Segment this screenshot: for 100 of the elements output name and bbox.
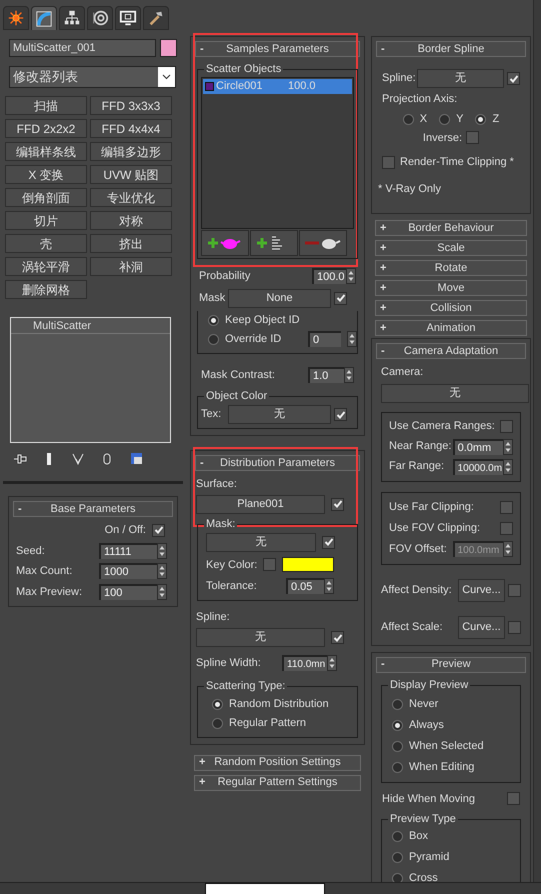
map-button[interactable]: 无 [196,628,325,647]
number-field[interactable]: 1.0 [308,366,344,383]
modifier-button[interactable]: FFD 4x4x4 [90,119,172,138]
rollout-header[interactable]: - Border Spline [376,41,526,57]
modifier-list-dropdown[interactable]: 修改器列表 [9,66,176,88]
number-field[interactable]: 100.0 [312,268,346,284]
radio-button[interactable] [392,740,403,752]
rollout-header[interactable]: + Border Behaviour [375,220,527,236]
spinner-arrows-icon[interactable] [347,331,357,347]
selection-field[interactable] [205,883,325,894]
rollout-header[interactable]: - Camera Adaptation [376,343,526,359]
command-tab[interactable] [115,6,141,30]
modifier-button[interactable]: 涡轮平滑 [5,257,87,276]
radio-button[interactable] [212,698,223,710]
object-button[interactable] [299,230,347,256]
spinner-arrows-icon[interactable] [344,366,354,383]
radio-button[interactable] [392,698,403,710]
scrollbar[interactable] [533,0,541,882]
modifier-button[interactable]: FFD 2x2x2 [5,119,87,138]
modifier-button[interactable]: 专业优化 [90,188,172,207]
command-tab[interactable] [59,6,85,30]
spinner-arrows-icon[interactable] [503,541,513,557]
number-field[interactable]: 0.0mm [452,438,503,454]
rollout-header[interactable]: - Distribution Parameters [195,455,360,471]
rollout-header[interactable]: + Animation [375,320,527,336]
command-tab[interactable] [31,6,57,30]
spinner-arrows-icon[interactable] [157,563,167,580]
spinner-arrows-icon[interactable] [503,458,513,474]
rollout-header[interactable]: + Scale [375,240,527,256]
object-button[interactable] [250,230,298,256]
checkbox[interactable] [322,536,335,548]
spinner-arrows-icon[interactable] [157,584,167,600]
number-field[interactable]: 11111 [99,542,157,559]
modifier-button[interactable]: 扫描 [5,96,87,115]
modifier-stack[interactable]: MultiScatter [10,317,171,443]
configure-icon[interactable] [129,451,144,467]
checkbox[interactable] [152,524,165,537]
command-tab[interactable] [3,6,29,30]
radio-button[interactable] [212,718,223,728]
curve-button[interactable]: Curve... [458,616,505,638]
map-button[interactable]: Plane001 [196,494,325,514]
map-button[interactable]: None [228,288,331,308]
checkbox[interactable] [334,292,347,304]
checkbox[interactable] [507,792,520,806]
modifier-button[interactable]: 删除网格 [5,280,87,299]
color-swatch[interactable] [160,39,177,57]
number-field[interactable]: 100 [99,584,157,600]
modifier-button[interactable]: 补洞 [90,257,172,276]
object-button[interactable] [201,230,249,256]
stack-item[interactable]: MultiScatter [11,318,170,334]
rollout-header[interactable]: - Samples Parameters [195,41,360,57]
rollout-header[interactable]: + Collision [375,300,527,316]
checkbox[interactable] [500,522,513,534]
map-button[interactable]: 无 [228,405,331,424]
radio-button[interactable] [392,762,403,772]
checkbox[interactable] [500,420,513,433]
spinner-arrows-icon[interactable] [324,578,334,594]
map-button[interactable]: 无 [381,384,529,402]
rollout-header[interactable]: + Rotate [375,260,527,276]
radio-button[interactable] [475,114,486,124]
checkbox[interactable] [507,72,520,85]
spinner-arrows-icon[interactable] [327,655,337,672]
number-field[interactable]: 0 [308,331,341,347]
modifier-button[interactable]: X 变换 [5,165,87,184]
checkbox[interactable] [331,631,344,644]
rollout-header[interactable]: + Move [375,280,527,296]
command-tab[interactable] [87,6,113,30]
map-button[interactable]: 无 [206,532,316,552]
curve-button[interactable]: Curve... [458,578,505,602]
radio-button[interactable] [392,720,403,730]
modifier-button[interactable]: 对称 [90,211,172,230]
object-name-field[interactable]: MultiScatter_001 [9,39,156,57]
spinner-arrows-icon[interactable] [346,268,356,284]
checkbox[interactable] [508,584,521,596]
modifier-button[interactable]: 切片 [5,211,87,230]
checkbox[interactable] [331,498,344,510]
modifier-button[interactable]: 壳 [5,234,87,253]
modifier-button[interactable]: 编辑样条线 [5,142,87,161]
rollout-header[interactable]: + Random Position Settings [194,754,361,770]
number-field[interactable]: 0.05 [286,578,324,594]
command-tab[interactable] [143,6,169,30]
map-button[interactable]: 无 [417,69,504,88]
radio-button[interactable] [392,852,403,863]
checkbox[interactable] [263,558,276,572]
radio-button[interactable] [392,831,403,842]
key-color-swatch[interactable] [282,557,334,572]
radio-button[interactable] [208,314,219,326]
modifier-button[interactable]: 倒角剖面 [5,188,87,207]
radio-button[interactable] [439,114,450,124]
modifier-button[interactable]: 挤出 [90,234,172,253]
checkbox[interactable] [334,408,347,421]
rollout-header[interactable]: + Regular Pattern Settings [194,774,361,790]
spinner-arrows-icon[interactable] [157,542,167,559]
radio-button[interactable] [402,114,414,124]
checkbox[interactable] [466,131,480,144]
modifier-button[interactable]: FFD 3x3x3 [90,96,172,115]
number-field[interactable]: 10000.0m [452,458,503,474]
checkbox[interactable] [508,620,521,634]
number-field[interactable]: 110.0mn [282,655,327,672]
rollout-header[interactable]: - Base Parameters [13,501,173,517]
